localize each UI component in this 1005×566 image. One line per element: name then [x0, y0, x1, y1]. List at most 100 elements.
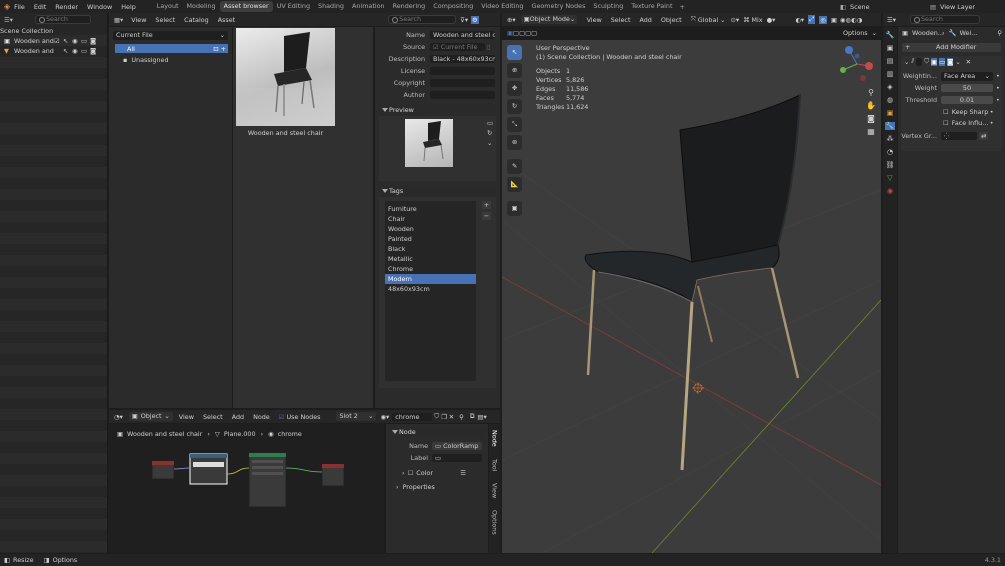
outliner-search-input[interactable]: Search — [34, 15, 91, 24]
tab-options[interactable]: Options — [491, 510, 499, 535]
tags-panel-header[interactable]: Tags — [379, 186, 496, 197]
pivot-label[interactable]: Mix — [751, 16, 762, 24]
workspace-tab-shading[interactable]: Shading — [314, 1, 348, 12]
pivot-icon[interactable]: ⊙▾ — [731, 16, 740, 24]
workspace-tab-compositing[interactable]: Compositing — [429, 1, 477, 12]
visibility-icon[interactable]: ◐▾ — [795, 16, 804, 24]
keyframe-dot-icon[interactable]: • — [990, 119, 994, 127]
physics-tab-icon[interactable]: ◔ — [887, 148, 893, 156]
invert-icon[interactable]: ⇄ — [979, 132, 989, 140]
object-tab-icon[interactable]: ▣ — [887, 109, 894, 117]
asset-tile[interactable]: Wooden and steel chair — [236, 28, 335, 138]
close-icon[interactable]: ✕ — [966, 58, 971, 66]
refresh-icon[interactable]: ↻ — [487, 129, 493, 137]
view-layer-name[interactable]: View Layer — [940, 3, 975, 11]
threshold-field[interactable]: 0.01 — [941, 96, 993, 104]
more-icon[interactable]: ⌄ — [487, 139, 493, 147]
modifier-tab-icon[interactable]: 🔧 — [884, 122, 896, 130]
world-tab-icon[interactable]: ◍ — [887, 96, 893, 104]
node-canvas[interactable]: ▣ Wooden and steel chair › ▽ Plane.000 ›… — [109, 424, 384, 553]
catalog-item-all[interactable]: All ⊡ + — [115, 44, 228, 53]
color-subpanel[interactable]: › ☐ Color ☰ — [386, 467, 488, 479]
render-tab-icon[interactable]: ▣ — [887, 44, 894, 52]
scene-collection-row[interactable]: Scene Collection — [0, 26, 107, 36]
properties-subpanel[interactable]: › Properties — [386, 481, 488, 493]
node-editor-icon[interactable]: ◔▾ — [114, 413, 123, 421]
menu-add[interactable]: Add — [639, 16, 651, 24]
eye-icon[interactable]: ◉ — [72, 37, 81, 45]
snap-icon[interactable]: ⌘ — [743, 16, 749, 24]
orientation-icon[interactable]: ⤧ — [691, 15, 696, 24]
outliner-item[interactable]: ▼ Wooden and ↖ ◉ ▭ ◙ — [0, 46, 107, 56]
scale-tool-icon[interactable]: ⤡ — [507, 117, 522, 132]
tag-item[interactable]: Wooden — [385, 224, 476, 234]
gizmo-icon[interactable]: ⤢ — [808, 15, 816, 24]
tag-item[interactable]: Chair — [385, 214, 476, 224]
keyframe-dot-icon[interactable]: • — [996, 84, 1000, 92]
asset-editor-icon[interactable]: ▦▾ — [114, 16, 123, 24]
workspace-tab-rendering[interactable]: Rendering — [389, 1, 430, 12]
tool-tab-icon[interactable]: 🔧 — [886, 31, 895, 39]
xray-icon[interactable]: ▣ — [831, 16, 837, 24]
source-browse-icon[interactable]: ▯ — [487, 43, 491, 51]
data-tab-icon[interactable]: ▽ — [887, 174, 892, 182]
preview-panel-header[interactable]: Preview — [379, 105, 496, 116]
pin-icon[interactable]: ⚲ — [997, 29, 1002, 37]
ortho-grid-icon[interactable]: ▦ — [867, 127, 875, 136]
tag-item[interactable]: Metallic — [385, 254, 476, 264]
monitor-icon[interactable]: ▭ — [81, 37, 90, 45]
menu-asset[interactable]: Asset — [218, 16, 235, 24]
shader-type-dropdown[interactable]: ▣ Object ⌄ — [128, 412, 173, 421]
node-principled-bsdf[interactable] — [248, 452, 287, 508]
checkbox-icon[interactable]: ☐ — [943, 108, 949, 116]
annotate-tool-icon[interactable]: ✎ — [507, 159, 522, 174]
menu-render[interactable]: Render — [55, 3, 78, 11]
tag-item[interactable]: Black — [385, 244, 476, 254]
transform-tool-icon[interactable]: ⊛ — [507, 135, 522, 150]
properties-search-input[interactable]: Search — [909, 15, 980, 24]
author-field[interactable] — [430, 91, 495, 99]
constraints-tab-icon[interactable]: ⛓ — [886, 161, 895, 169]
weight-slider[interactable]: 50 — [941, 84, 993, 92]
settings-icon[interactable]: ⚙ — [471, 15, 479, 24]
viewport-3d[interactable]: User Perspective (1) Scene Collection | … — [502, 40, 881, 553]
menu-select[interactable]: Select — [203, 413, 223, 421]
keyframe-dot-icon[interactable]: • — [996, 96, 1000, 104]
menu-node[interactable]: Node — [253, 413, 270, 421]
scene-name[interactable]: Scene — [850, 3, 905, 11]
menu-file[interactable]: File — [14, 3, 25, 11]
workspace-tab-asset-browser[interactable]: Asset browser — [219, 1, 273, 12]
checkbox-icon[interactable]: ☑ — [54, 37, 63, 45]
node-colorramp[interactable] — [189, 453, 228, 485]
monitor-icon[interactable]: ▭ — [81, 47, 90, 55]
particles-tab-icon[interactable]: ⁂ — [887, 135, 894, 143]
menu-select[interactable]: Select — [611, 16, 631, 24]
license-field[interactable] — [430, 67, 495, 75]
node-label-field[interactable]: ▭ — [432, 454, 482, 462]
menu-help[interactable]: Help — [121, 3, 136, 11]
tab-tool[interactable]: Tool — [491, 459, 499, 471]
scene-selector[interactable]: ◧ Scene — [840, 1, 905, 12]
remove-tag-icon[interactable]: − — [482, 212, 491, 220]
shading-solid-icon[interactable]: ◉◍◐◑ — [840, 16, 862, 24]
tag-item-selected[interactable]: Modern — [385, 274, 476, 284]
workspace-tab-video-editing[interactable]: Video Editing — [477, 1, 527, 12]
keyframe-dot-icon[interactable]: • — [990, 108, 994, 116]
slot-dropdown[interactable]: Slot 2 ⌄ — [336, 412, 377, 421]
library-dropdown[interactable]: Current File ⌄ — [113, 31, 228, 40]
scene-tab-icon[interactable]: ◈ — [887, 83, 892, 91]
material-name-field[interactable]: chrome — [392, 412, 433, 421]
output-tab-icon[interactable]: ▤ — [887, 57, 894, 65]
catalog-add-icon[interactable]: ⊡ + — [213, 45, 228, 53]
menu-add[interactable]: Add — [232, 413, 244, 421]
chevron-down-icon[interactable]: ⌄ — [955, 58, 960, 66]
view-layer-selector[interactable]: ▤ View Layer — [930, 1, 975, 12]
add-modifier-button[interactable]: + Add Modifier — [902, 43, 1001, 52]
measure-tool-icon[interactable]: 📐 — [507, 177, 522, 192]
menu-select[interactable]: Select — [155, 16, 175, 24]
overlay-icon[interactable]: ◎ — [819, 15, 827, 24]
collapse-chevron-icon[interactable]: ⌄ — [904, 58, 909, 66]
camera-view-icon[interactable]: ◙ — [867, 114, 875, 123]
overlay-icon[interactable]: ⧉ — [470, 412, 475, 421]
mode-dropdown[interactable]: ▣ Object Mode ⌄ — [520, 15, 577, 24]
